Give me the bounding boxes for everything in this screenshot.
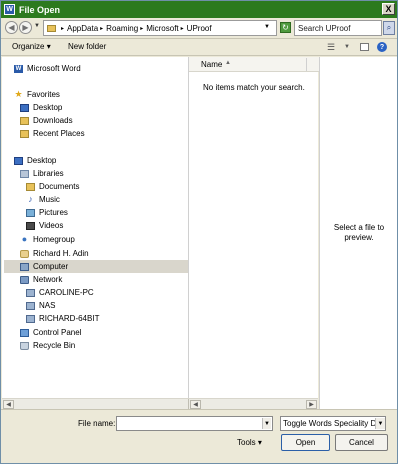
user-icon [20,249,29,258]
nav-item-music[interactable]: ♪ Music [26,193,184,206]
dialog-footer: File name: ▼ Toggle Words Speciality Da … [1,409,397,463]
nav-item-caroline-pc[interactable]: CAROLINE-PC [26,286,184,299]
command-bar: Organize ▾ New folder ☰ ▼ ? [1,39,397,56]
preview-message-line: preview. [344,233,374,242]
nav-item-favorites-desktop[interactable]: Desktop [20,101,184,114]
pc-icon [26,314,35,323]
nav-item-computer[interactable]: Computer [4,260,188,273]
organize-button[interactable]: Organize ▾ [12,42,51,51]
search-input[interactable]: Search UProof [294,20,382,36]
breadcrumb-item[interactable]: Microsoft ▸ [146,24,183,33]
help-icon[interactable]: ? [377,42,387,52]
nav-item-favorites[interactable]: ★ Favorites [14,88,184,101]
new-folder-button[interactable]: New folder [68,42,106,51]
desktop-icon [20,103,29,112]
horizontal-scrollbar[interactable]: ◀ ◀ ▶ [2,398,318,410]
star-icon: ★ [14,89,23,99]
breadcrumb-item[interactable]: UProof [187,24,212,33]
nav-item-nas[interactable]: NAS [26,299,184,312]
chevron-right-icon[interactable]: ▸ [61,25,64,32]
preview-message-line: Select a file to [333,223,385,232]
column-header-name[interactable]: Name ▲ [189,57,319,72]
recent-locations-dropdown-icon[interactable]: ▼ [34,23,40,29]
file-name-input[interactable] [116,416,273,431]
empty-results-message: No items match your search. [203,83,305,92]
cancel-button[interactable]: Cancel [335,434,388,451]
breadcrumb-item[interactable]: Roaming ▸ [106,24,143,33]
file-open-dialog: W File Open X ◀ ▶ ▼ ▸ AppData ▸ Roaming ▸ … [0,0,398,464]
music-icon: ♪ [28,194,33,204]
scroll-left-icon[interactable]: ◀ [3,400,14,409]
pc-icon [26,288,35,297]
preview-pane: Select a file to preview. [319,57,397,409]
scroll-left-icon[interactable]: ◀ [190,400,201,409]
navigation-pane: W Microsoft Word ★ Favorites Desktop Downl… [2,57,188,409]
library-icon [20,169,29,178]
network-icon [20,275,29,284]
file-list-pane[interactable]: Name ▲ No items match your search. [188,57,319,409]
preview-message: Select a file to preview. [320,223,398,243]
folder-icon [26,182,35,191]
homegroup-icon: ● [21,234,28,244]
nav-item-recycle-bin[interactable]: Recycle Bin [20,339,184,352]
scroll-right-icon[interactable]: ▶ [306,400,317,409]
file-name-label: File name: [78,419,116,428]
back-button[interactable]: ◀ [5,21,18,34]
tools-menu-button[interactable]: Tools ▾ [237,438,262,447]
nav-item-richard-64bit[interactable]: RICHARD-64BIT [26,312,184,325]
refresh-icon[interactable]: ↻ [280,22,291,33]
file-name-dropdown-icon[interactable]: ▼ [262,418,271,429]
column-divider[interactable] [306,58,307,71]
pc-icon [26,301,35,310]
preview-pane-toggle-icon[interactable] [360,43,369,51]
control-panel-icon [20,328,29,337]
close-button[interactable]: X [382,3,395,15]
word-app-icon: W [4,4,15,15]
address-row: ◀ ▶ ▼ ▸ AppData ▸ Roaming ▸ Microsoft ▸ UPr… [1,18,397,39]
nav-item-videos[interactable]: Videos [26,219,184,232]
view-dropdown-icon[interactable]: ▼ [344,44,350,50]
nav-item-recent-places[interactable]: Recent Places [20,127,184,140]
nav-item-control-panel[interactable]: Control Panel [20,326,184,339]
nav-item-libraries[interactable]: Libraries [20,167,184,180]
computer-icon [20,262,29,271]
search-icon[interactable]: ⌕ [383,21,395,35]
breadcrumb[interactable]: ▸ AppData ▸ Roaming ▸ Microsoft ▸ UProof [43,20,277,36]
nav-item-microsoft-word[interactable]: W Microsoft Word [14,62,184,75]
address-dropdown-icon[interactable]: ▼ [264,24,270,30]
breadcrumb-item[interactable]: AppData ▸ [67,24,103,33]
nav-item-documents[interactable]: Documents [26,180,184,193]
forward-button[interactable]: ▶ [19,21,32,34]
folder-icon [47,24,56,32]
nav-item-desktop[interactable]: Desktop [14,154,184,167]
nav-item-homegroup[interactable]: ● Homegroup [20,233,184,246]
column-header-label: Name [201,60,223,69]
window-title: File Open [19,4,61,15]
open-button[interactable]: Open [281,434,330,451]
nav-item-downloads[interactable]: Downloads [20,114,184,127]
view-options-icon[interactable]: ☰ [327,42,335,53]
nav-item-network[interactable]: Network [20,273,184,286]
word-icon: W [14,64,23,73]
title-bar: W File Open X [1,1,397,18]
desktop-icon [14,156,23,165]
pictures-icon [26,208,35,217]
file-type-select[interactable]: Toggle Words Speciality Da [280,416,386,431]
file-type-dropdown-icon[interactable]: ▼ [375,418,385,429]
nav-item-user[interactable]: Richard H. Adin [20,247,184,260]
sort-ascending-icon: ▲ [225,60,231,66]
folder-icon [20,129,29,138]
videos-icon [26,221,35,230]
folder-icon [20,116,29,125]
recycle-bin-icon [20,341,29,350]
nav-item-pictures[interactable]: Pictures [26,206,184,219]
